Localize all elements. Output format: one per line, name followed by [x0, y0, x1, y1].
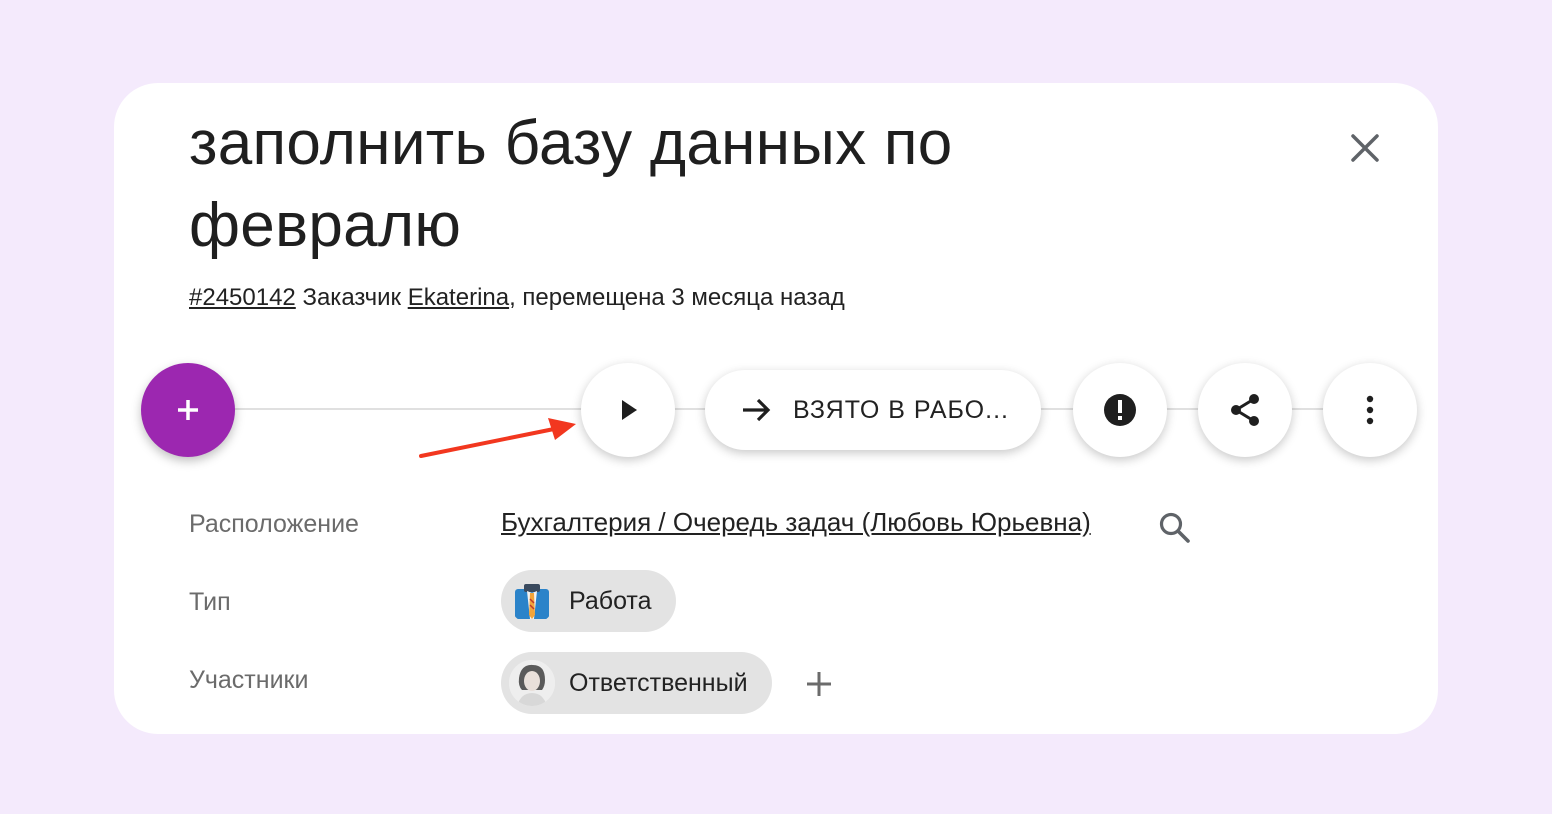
- location-link[interactable]: Бухгалтерия / Очередь задач (Любовь Юрье…: [501, 507, 1091, 538]
- more-button[interactable]: [1323, 363, 1417, 457]
- avatar: [509, 660, 555, 706]
- task-meta: #2450142 Заказчик Ekaterina, перемещена …: [189, 284, 845, 312]
- participant-chip-label: Ответственный: [569, 668, 748, 697]
- task-title[interactable]: заполнить базу данных по февралю: [189, 103, 1189, 267]
- type-chip-label: Работа: [569, 586, 652, 615]
- share-icon: [1231, 394, 1259, 426]
- close-button[interactable]: [1345, 128, 1385, 168]
- task-id-link[interactable]: #2450142: [189, 284, 296, 311]
- type-chip[interactable]: Работа: [501, 570, 676, 632]
- status-button[interactable]: ВЗЯТО В РАБО...: [705, 370, 1041, 450]
- play-button[interactable]: [581, 363, 675, 457]
- moved-text: , перемещена 3 месяца назад: [509, 284, 845, 311]
- location-label: Расположение: [189, 510, 359, 538]
- alert-icon: [1104, 394, 1136, 426]
- participant-chip[interactable]: Ответственный: [501, 652, 772, 714]
- close-icon: [1351, 134, 1379, 162]
- share-button[interactable]: [1198, 363, 1292, 457]
- type-label: Тип: [189, 588, 231, 616]
- add-participant-button[interactable]: [804, 669, 834, 699]
- annotation-arrow: [419, 418, 576, 458]
- status-label: ВЗЯТО В РАБО...: [793, 395, 1009, 424]
- plus-icon: [178, 400, 198, 420]
- arrow-right-icon: [743, 398, 771, 422]
- more-vertical-icon: [1366, 395, 1374, 425]
- priority-button[interactable]: [1073, 363, 1167, 457]
- briefcase-icon: [509, 578, 555, 624]
- task-card: заполнить базу данных по февралю #245014…: [114, 83, 1438, 734]
- customer-link[interactable]: Ekaterina: [408, 284, 509, 311]
- participants-label: Участники: [189, 666, 309, 694]
- play-icon: [622, 400, 637, 420]
- add-button[interactable]: [141, 363, 235, 457]
- customer-label: Заказчик: [302, 284, 402, 311]
- search-icon[interactable]: [1158, 511, 1192, 545]
